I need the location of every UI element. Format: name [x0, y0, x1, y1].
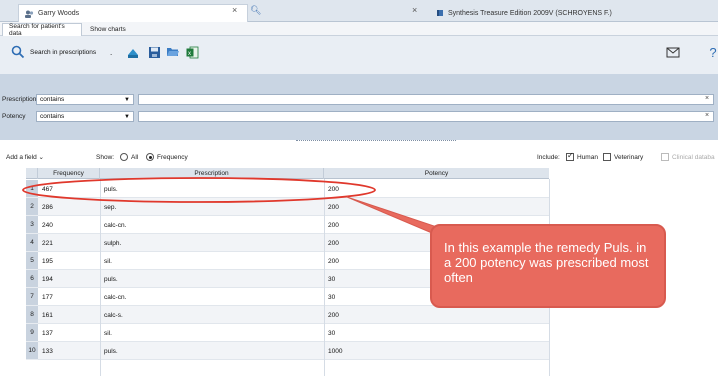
annotation-overlay — [22, 177, 459, 245]
highlight-ellipse — [22, 177, 376, 203]
annotation-text: In this example the remedy Puls. in a 20… — [444, 240, 649, 285]
